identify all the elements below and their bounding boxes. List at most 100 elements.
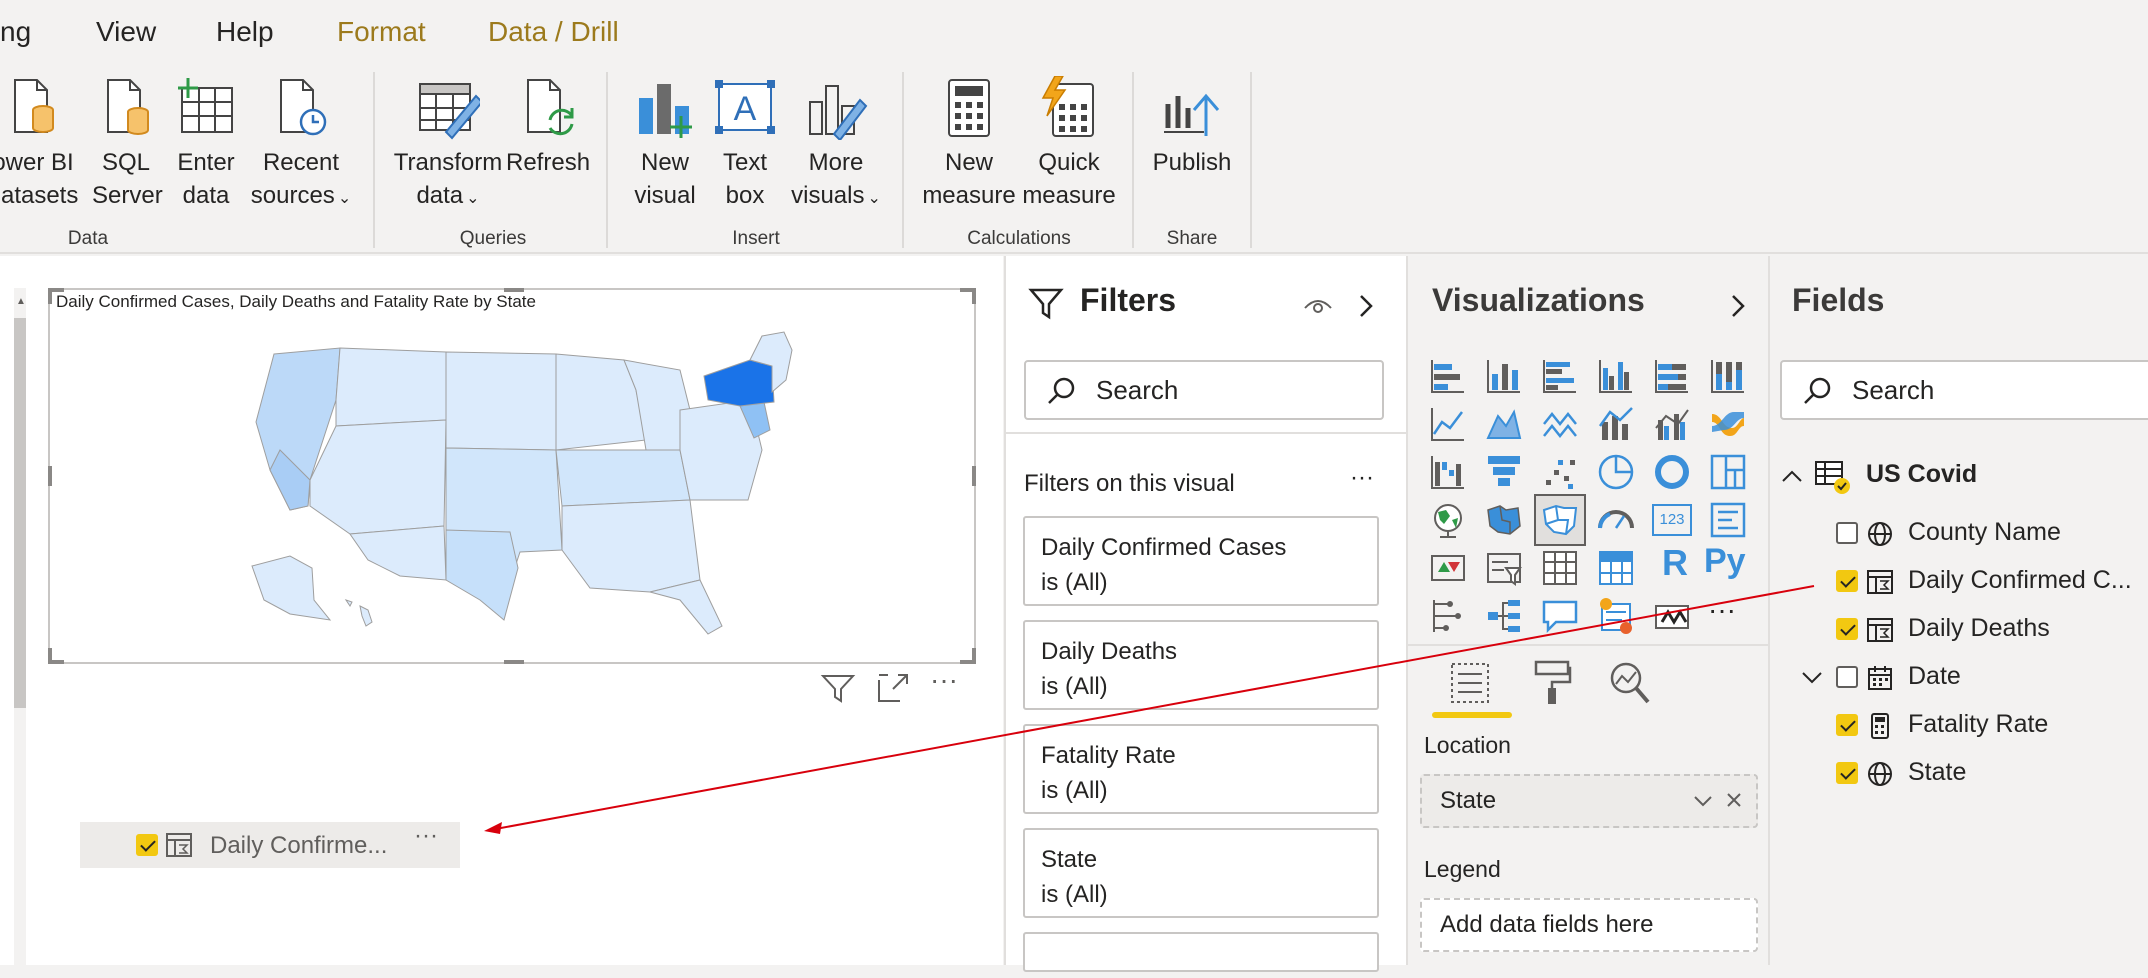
menu-item-modeling[interactable]: ng [0,16,31,48]
card-visual-icon[interactable]: 123 [1652,504,1692,536]
resize-handle[interactable] [504,660,524,664]
stacked-column-chart-icon[interactable] [1484,356,1524,396]
menu-item-help[interactable]: Help [216,16,274,48]
field-item-county-name[interactable]: County Name [1770,516,2148,552]
resize-handle[interactable] [504,288,524,292]
analytics-magnifier-icon[interactable] [1608,660,1652,706]
text-box-button[interactable]: A Text box [708,76,782,212]
more-visuals-button[interactable]: More visuals ⌄ [786,76,886,215]
field-item-daily-deaths[interactable]: Daily Deaths [1770,612,2148,648]
checkbox-checked[interactable] [1836,762,1858,784]
resize-handle[interactable] [48,466,52,486]
resize-handle[interactable] [48,288,52,304]
chevron-down-icon[interactable] [1800,670,1824,686]
collapse-chevron-icon[interactable] [1728,292,1748,320]
paint-roller-icon[interactable] [1532,660,1572,706]
more-options-icon[interactable]: ··· [414,822,438,850]
more-options-icon[interactable]: ··· [1350,464,1374,492]
funnel-chart-icon[interactable] [1484,452,1524,492]
smart-narrative-icon[interactable] [1596,596,1636,636]
report-canvas[interactable]: ▲ Daily Confirmed Cases, Daily Deaths an… [0,256,1003,978]
clustered-column-chart-icon[interactable] [1596,356,1636,396]
scrollbar-thumb[interactable] [14,318,26,708]
more-options-icon[interactable]: ··· [930,664,958,696]
location-well[interactable]: State [1420,774,1758,828]
decomposition-tree-icon[interactable] [1484,596,1524,636]
scroll-up-arrow-icon[interactable]: ▲ [16,296,26,307]
line-chart-icon[interactable] [1428,404,1468,444]
power-bi-datasets-button[interactable]: ower BI datasets [0,76,80,212]
fields-tab-icon[interactable] [1450,662,1490,706]
filter-icon[interactable] [820,672,856,704]
focus-mode-icon[interactable] [876,672,910,704]
clustered-bar-chart-icon[interactable] [1540,356,1580,396]
recent-sources-button[interactable]: Recent sources ⌄ [248,76,354,215]
field-item-date[interactable]: Date [1770,660,2148,696]
table-icon[interactable] [1540,548,1580,588]
checkbox-checked[interactable] [1836,714,1858,736]
gauge-icon[interactable] [1596,500,1636,540]
waterfall-chart-icon[interactable] [1428,452,1468,492]
100-stacked-column-chart-icon[interactable] [1708,356,1748,396]
filter-card[interactable]: State is (All) [1023,828,1379,918]
python-visual-icon[interactable]: Py [1704,542,1746,581]
checkbox-checked[interactable] [1836,570,1858,592]
r-script-visual-icon[interactable]: R [1662,542,1688,584]
kpi-icon[interactable] [1428,548,1468,588]
publish-button[interactable]: Publish [1146,76,1238,179]
matrix-icon[interactable] [1596,548,1636,588]
field-item-daily-confirmed-cases[interactable]: Daily Confirmed C... [1770,564,2148,600]
donut-chart-icon[interactable] [1652,452,1692,492]
qa-visual-icon[interactable] [1540,596,1580,636]
menu-item-format[interactable]: Format [337,16,426,48]
resize-handle[interactable] [972,466,976,486]
stacked-bar-chart-icon[interactable] [1428,356,1468,396]
dragged-field-chip[interactable]: Daily Confirme... ··· [80,822,460,868]
menu-item-view[interactable]: View [96,16,156,48]
treemap-icon[interactable] [1708,452,1748,492]
more-visuals-icon[interactable]: ··· [1708,594,1736,626]
key-influencers-icon[interactable] [1428,596,1468,636]
field-item-fatality-rate[interactable]: Fatality Rate [1770,708,2148,744]
location-field-pill[interactable]: State [1440,787,1496,814]
filter-card[interactable] [1023,932,1379,972]
multi-row-card-icon[interactable] [1708,500,1748,540]
transform-data-button[interactable]: Transform data ⌄ [392,76,504,215]
area-chart-icon[interactable] [1484,404,1524,444]
new-visual-button[interactable]: New visual [628,76,702,212]
paginated-report-icon[interactable] [1652,596,1692,636]
selected-visual-type[interactable] [1534,494,1586,546]
table-name[interactable]: US Covid [1866,460,1977,489]
globe-map-icon[interactable] [1428,500,1468,540]
checkbox[interactable] [1836,522,1858,544]
pie-chart-icon[interactable] [1596,452,1636,492]
sql-server-button[interactable]: SQL Server [92,76,163,212]
fields-search-input[interactable]: Search [1780,360,2148,420]
enter-data-button[interactable]: Enter data [172,76,240,212]
scatter-chart-icon[interactable] [1540,452,1580,492]
filter-card[interactable]: Daily Confirmed Cases is (All) [1023,516,1379,606]
filters-search-input[interactable]: Search [1024,360,1384,420]
refresh-button[interactable]: Refresh [506,76,590,179]
chevron-up-icon[interactable] [1780,468,1804,484]
chevron-down-icon[interactable] [1692,792,1714,810]
resize-handle[interactable] [972,288,976,304]
ribbon-chart-icon[interactable] [1708,404,1748,444]
filter-card[interactable]: Daily Deaths is (All) [1023,620,1379,710]
legend-well[interactable]: Add data fields here [1420,898,1758,952]
100-stacked-bar-chart-icon[interactable] [1652,356,1692,396]
checkbox[interactable] [1836,666,1858,688]
line-and-stacked-column-chart-icon[interactable] [1596,404,1636,444]
resize-handle[interactable] [48,648,52,664]
slicer-icon[interactable] [1484,548,1524,588]
stacked-area-chart-icon[interactable] [1540,404,1580,444]
close-icon[interactable] [1724,790,1744,810]
collapse-chevron-icon[interactable] [1356,292,1376,320]
new-measure-button[interactable]: New measure [920,76,1018,212]
line-and-clustered-column-chart-icon[interactable] [1652,404,1692,444]
field-item-state[interactable]: State [1770,756,2148,792]
checkbox-checked[interactable] [1836,618,1858,640]
quick-measure-button[interactable]: Quick measure [1020,76,1118,212]
menu-item-data-drill[interactable]: Data / Drill [488,16,619,48]
filled-map-icon[interactable] [1484,500,1524,540]
